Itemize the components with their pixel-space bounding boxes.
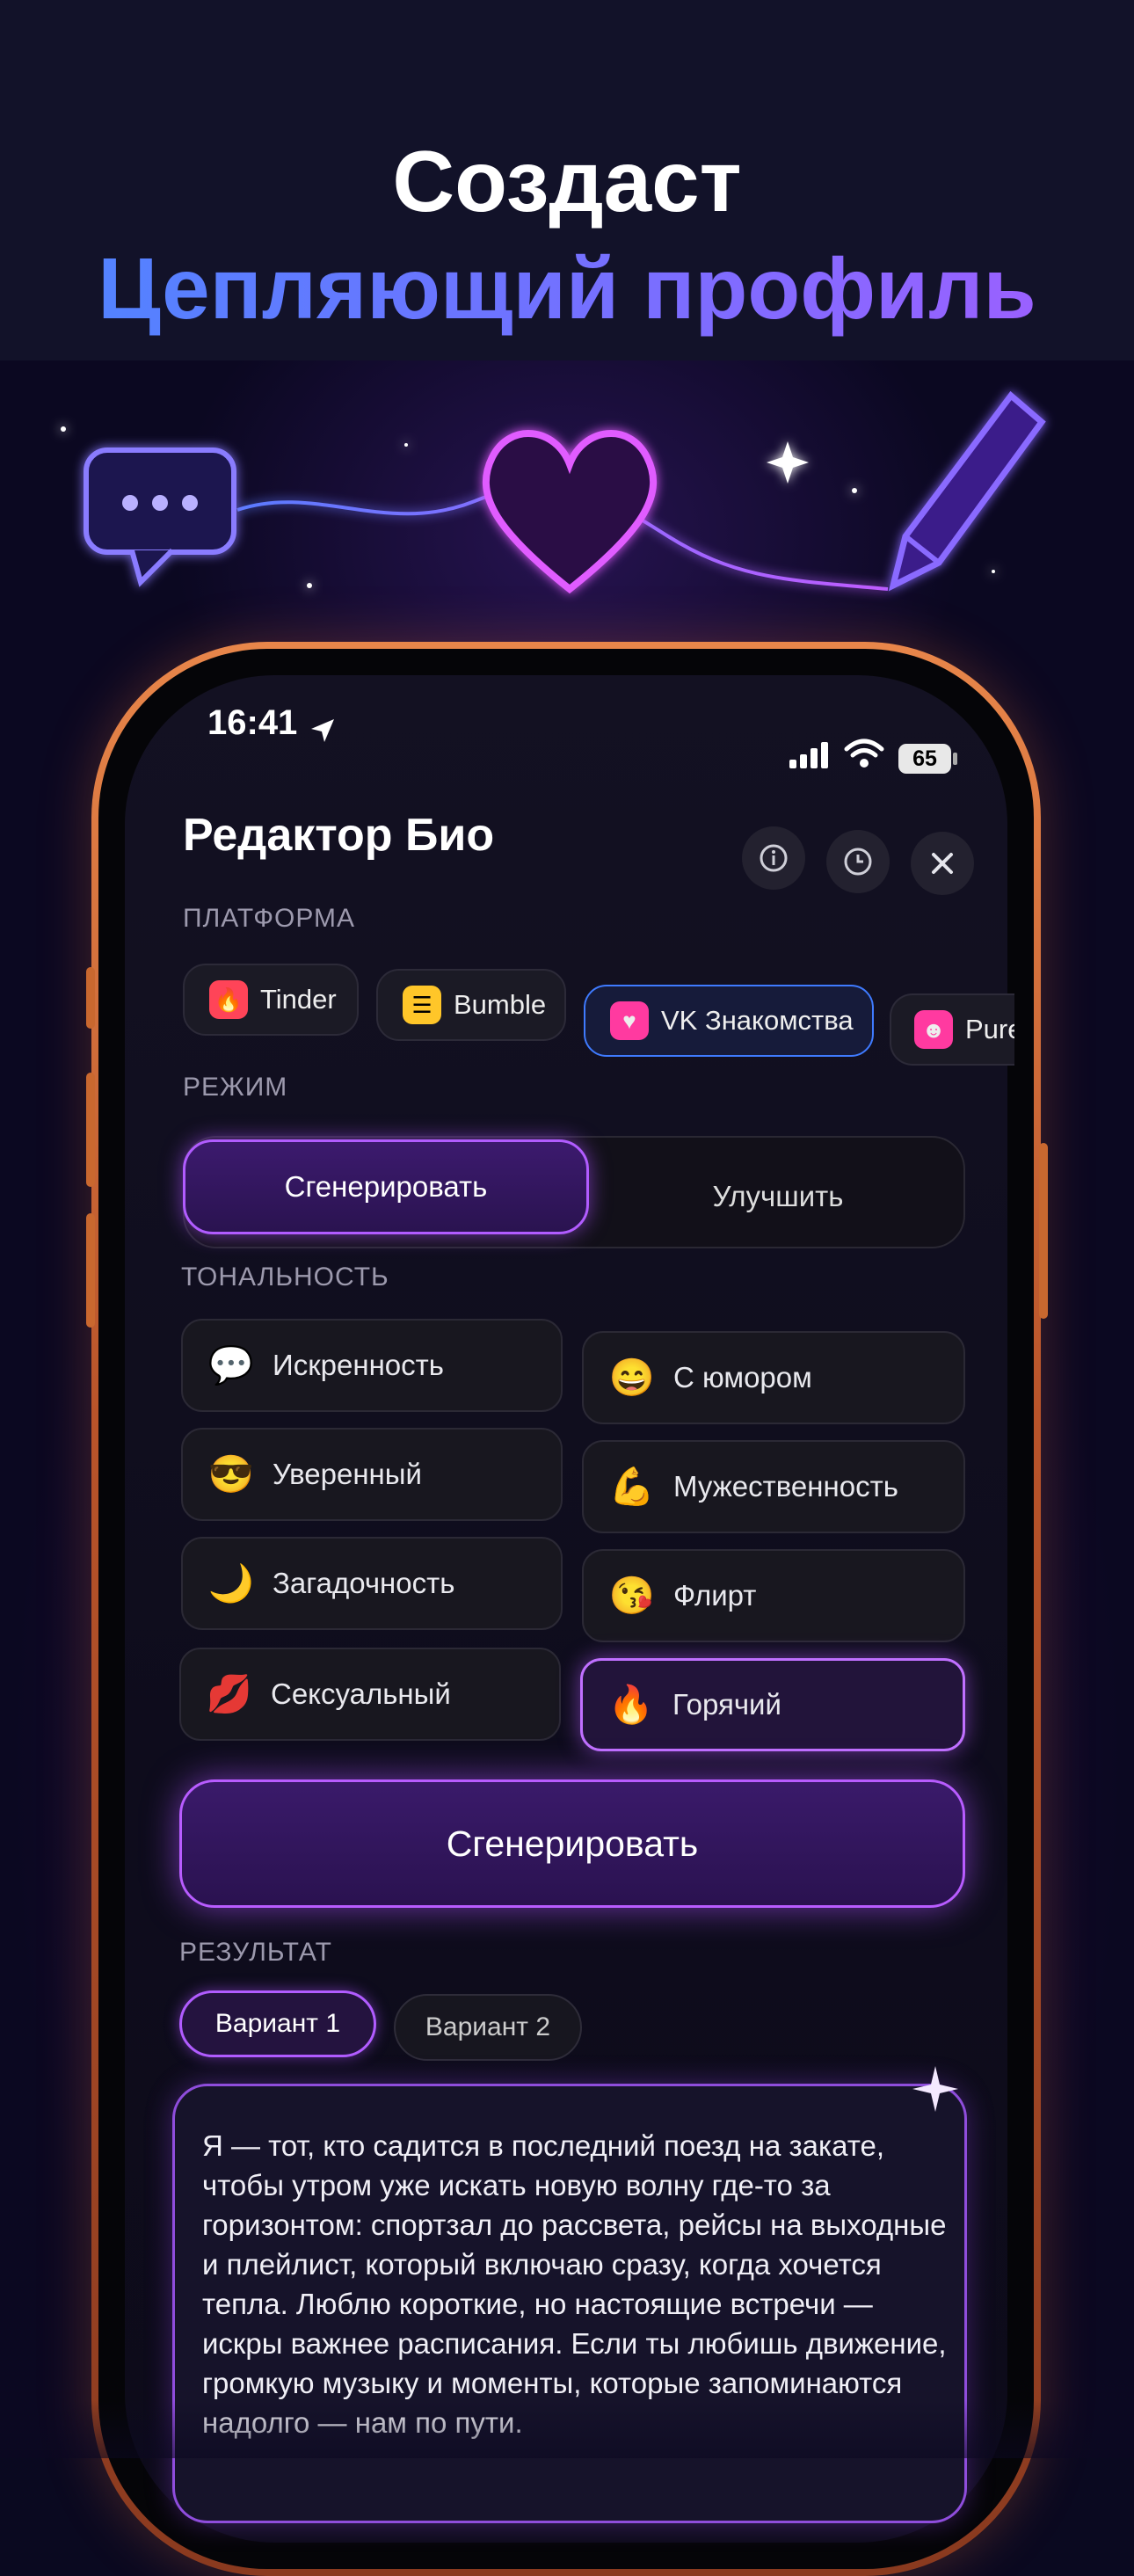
tone-option-label: Искренность [273, 1349, 444, 1381]
tone-option-mysterious[interactable]: 🌙 Загадочность [181, 1537, 563, 1630]
tone-option-label: Сексуальный [271, 1677, 451, 1710]
headline-line-2: Цепляющий профиль [0, 239, 1134, 338]
tone-section-label: ТОНАЛЬНОСТЬ [181, 1263, 389, 1292]
tone-option-flirt[interactable]: 😘 Флирт [582, 1549, 965, 1642]
battery-indicator: 65 [898, 744, 951, 774]
battery-cap [953, 753, 957, 765]
result-text[interactable]: Я — тот, кто садится в последний поезд н… [202, 2126, 949, 2442]
variant-tab-2[interactable]: Вариант 2 [394, 1994, 582, 2061]
platform-chip-label: Tinder [260, 984, 337, 1015]
cellular-signal-icon [789, 742, 828, 768]
platform-chip-label: VK Знакомства [661, 1005, 854, 1036]
info-button[interactable] [742, 826, 805, 890]
tone-option-humor[interactable]: 😄 С юмором [582, 1331, 965, 1424]
platform-chip-label: Bumble [454, 989, 547, 1020]
history-icon [844, 848, 872, 876]
kiss-mark-icon: 💋 [206, 1672, 253, 1714]
platform-chip-bumble[interactable]: ☰ Bumble [376, 969, 566, 1041]
info-icon [760, 844, 788, 872]
volume-up-button [86, 1073, 95, 1187]
platform-chip-pure[interactable]: ☻ Pure [890, 993, 1014, 1066]
bottom-fade [0, 2400, 1134, 2458]
flexed-biceps-icon: 💪 [608, 1465, 656, 1507]
mode-improve-tab[interactable]: Улучшить [615, 1166, 941, 1227]
tone-option-label: Флирт [673, 1579, 757, 1612]
tone-option-label: Загадочность [273, 1567, 455, 1599]
tone-option-label: Мужественность [673, 1470, 898, 1503]
tone-option-label: Уверенный [273, 1458, 422, 1490]
silent-switch [86, 967, 95, 1029]
platform-chip-vk-dating[interactable]: ♥ VK Знакомства [584, 985, 874, 1057]
tone-option-sexy[interactable]: 💋 Сексуальный [179, 1648, 561, 1741]
tinder-icon: 🔥 [209, 980, 248, 1019]
sunglasses-face-icon: 😎 [207, 1452, 255, 1495]
close-button[interactable] [911, 832, 974, 895]
generate-button[interactable]: Сгенерировать [179, 1779, 965, 1908]
variant-tab-1[interactable]: Вариант 1 [179, 1990, 376, 2057]
heart-icon [483, 430, 657, 594]
speech-bubble-icon: 💬 [207, 1343, 255, 1386]
status-time: 16:41 [207, 703, 298, 742]
vk-dating-icon: ♥ [610, 1001, 649, 1040]
tone-option-confident[interactable]: 😎 Уверенный [181, 1428, 563, 1521]
tone-option-sincere[interactable]: 💬 Искренность [181, 1319, 563, 1412]
neon-illustration [61, 390, 1046, 594]
tone-option-label: С юмором [673, 1361, 812, 1394]
platform-chip-label: Pure [965, 1014, 1014, 1044]
pure-icon: ☻ [914, 1010, 953, 1049]
platform-section-label: ПЛАТФОРМА [183, 904, 356, 933]
fire-icon: 🔥 [607, 1683, 655, 1725]
sparkle-icon [912, 2066, 958, 2112]
tone-option-label: Горячий [672, 1688, 781, 1721]
grinning-face-icon: 😄 [608, 1356, 656, 1398]
volume-down-button [86, 1213, 95, 1328]
tone-option-masculine[interactable]: 💪 Мужественность [582, 1440, 965, 1533]
chat-bubble-icon [84, 448, 236, 587]
mode-section-label: РЕЖИМ [183, 1073, 288, 1102]
crescent-moon-icon: 🌙 [207, 1561, 255, 1604]
page-title: Редактор Био [183, 810, 495, 861]
location-arrow-icon [311, 719, 334, 742]
pencil-icon [888, 390, 1046, 592]
platform-chip-tinder[interactable]: 🔥 Tinder [183, 964, 359, 1036]
tone-option-hot[interactable]: 🔥 Горячий [580, 1658, 965, 1751]
kissing-face-icon: 😘 [608, 1574, 656, 1616]
close-icon [932, 853, 953, 874]
bumble-icon: ☰ [403, 986, 441, 1024]
result-section-label: РЕЗУЛЬТАТ [179, 1938, 332, 1967]
wifi-icon [844, 739, 884, 768]
headline-line-1: Создаст [392, 133, 742, 229]
mode-generate-tab[interactable]: Сгенерировать [183, 1139, 589, 1234]
history-button[interactable] [826, 830, 890, 893]
power-button [1039, 1143, 1048, 1319]
